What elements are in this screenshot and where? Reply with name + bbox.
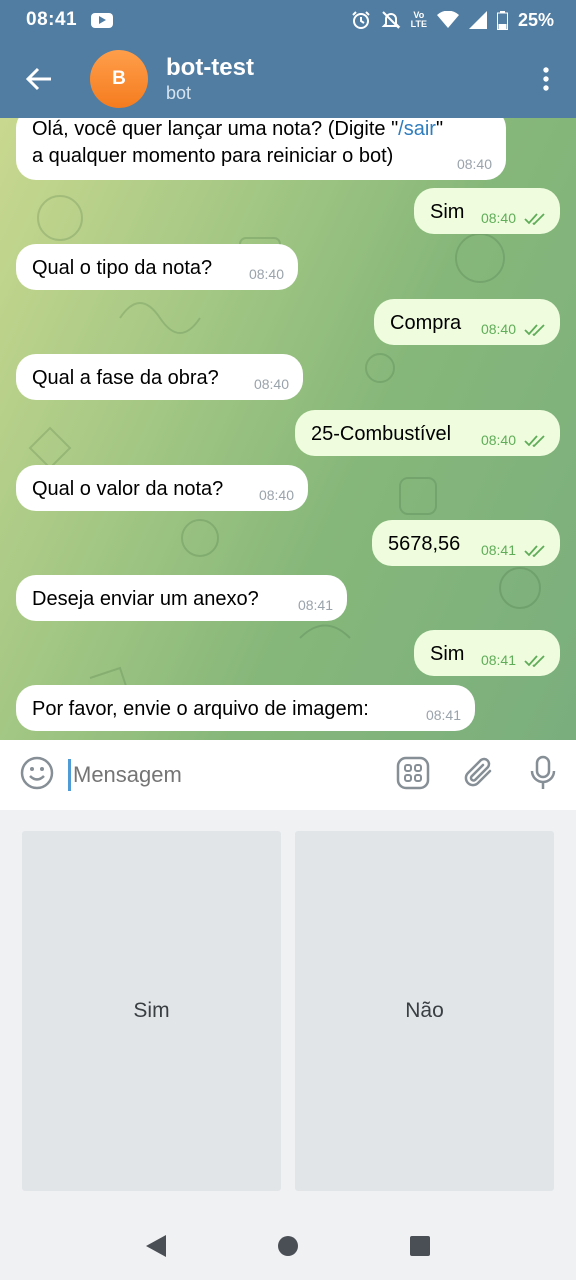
battery-percent: 25% — [517, 9, 554, 30]
message-text-line2: a qualquer momento para reiniciar o bot) — [32, 145, 394, 167]
wifi-icon — [436, 11, 459, 28]
message-text: 25-Combustível — [311, 423, 452, 445]
voice-record-button[interactable] — [530, 755, 556, 796]
arrow-left-icon — [26, 67, 51, 91]
message-text: Sim — [430, 643, 465, 665]
sair-command-link[interactable]: /sair — [398, 118, 436, 140]
message-time: 08:41 — [480, 542, 516, 558]
status-bar: 08:41 Vo LTE 25% — [0, 0, 576, 40]
message-time: 08:40 — [258, 487, 294, 503]
mute-notifications-icon — [381, 11, 401, 29]
message-outgoing[interactable]: Sim 08:41 — [414, 630, 560, 676]
reply-button-sim[interactable]: Sim — [22, 831, 281, 1191]
message-incoming[interactable]: Deseja enviar um anexo? 08:41 — [16, 575, 347, 621]
message-outgoing[interactable]: 5678,56 08:41 — [372, 520, 560, 566]
double-check-icon — [524, 213, 545, 225]
message-incoming[interactable]: Por favor, envie o arquivo de imagem: 08… — [16, 685, 475, 731]
message-time: 08:41 — [297, 597, 333, 613]
status-icons: Vo LTE 25% — [351, 10, 554, 31]
lte-label: LTE — [410, 19, 427, 29]
message-composer — [0, 740, 576, 810]
bot-keyboard-toggle-button[interactable] — [396, 756, 430, 795]
message-text: Deseja enviar um anexo? — [32, 588, 259, 610]
message-incoming[interactable]: Qual o valor da nota? 08:40 — [16, 465, 308, 511]
message-outgoing[interactable]: Sim 08:40 — [414, 188, 560, 234]
attach-button[interactable] — [464, 756, 496, 795]
volte-lte-icon: Vo LTE — [411, 11, 427, 29]
message-text: Qual o tipo da nota? — [32, 257, 213, 279]
avatar[interactable]: B — [90, 50, 148, 108]
system-navigation-bar — [0, 1212, 576, 1280]
message-outgoing[interactable]: Compra 08:40 — [374, 299, 560, 345]
message-incoming[interactable]: Qual o tipo da nota? 08:40 — [16, 244, 298, 290]
message-text: Por favor, envie o arquivo de imagem: — [32, 698, 369, 720]
message-time: 08:41 — [425, 707, 461, 723]
nav-back-icon[interactable] — [145, 1234, 167, 1258]
message-text: Qual o valor da nota? — [32, 478, 224, 500]
message-incoming[interactable]: Olá, você quer lançar uma nota? (Digite … — [16, 118, 506, 180]
chat-info[interactable]: bot-test bot — [166, 54, 254, 104]
battery-icon — [496, 10, 508, 30]
nav-recents-icon[interactable] — [409, 1235, 431, 1257]
double-check-icon — [524, 545, 545, 557]
message-text-part: " — [435, 118, 444, 140]
message-text: Sim — [430, 201, 465, 223]
nav-home-icon[interactable] — [277, 1235, 299, 1257]
bot-reply-keyboard: Sim Não — [0, 810, 576, 1212]
message-text: Compra — [390, 312, 462, 334]
signal-icon — [468, 11, 487, 29]
chat-header: B bot-test bot — [0, 40, 576, 118]
double-check-icon — [524, 655, 545, 667]
text-caret — [68, 759, 71, 791]
keyboard-grid-icon — [396, 756, 430, 789]
smiley-icon — [20, 756, 54, 789]
message-time: 08:40 — [253, 376, 289, 392]
message-incoming[interactable]: Qual a fase da obra? 08:40 — [16, 354, 303, 400]
message-time: 08:40 — [480, 321, 516, 337]
paperclip-icon — [464, 757, 492, 786]
chat-subtitle: bot — [166, 83, 192, 103]
alarm-icon — [351, 11, 370, 29]
more-options-button[interactable] — [516, 40, 576, 118]
emoji-button[interactable] — [20, 756, 54, 795]
chat-title: bot-test — [166, 54, 254, 81]
message-outgoing[interactable]: 25-Combustível 08:40 — [295, 410, 560, 456]
message-input[interactable] — [73, 762, 323, 788]
message-text: Qual a fase da obra? — [32, 367, 219, 389]
status-time: 08:41 — [26, 9, 78, 30]
message-text: Olá, você quer lançar uma nota? (Digite … — [32, 118, 443, 141]
message-time: 08:41 — [480, 652, 516, 668]
more-vertical-icon — [543, 67, 549, 91]
message-time: 08:40 — [480, 432, 516, 448]
message-text: 5678,56 — [388, 533, 461, 555]
reply-button-nao[interactable]: Não — [295, 831, 554, 1191]
microphone-icon — [530, 755, 556, 789]
message-text-part: Olá, você quer lançar uma nota? (Digite … — [32, 118, 399, 140]
message-time: 08:40 — [480, 210, 516, 226]
back-button[interactable] — [0, 40, 78, 118]
message-time: 08:40 — [456, 156, 492, 172]
chat-messages[interactable]: Olá, você quer lançar uma nota? (Digite … — [0, 118, 576, 740]
message-time: 08:40 — [248, 266, 284, 282]
double-check-icon — [524, 324, 545, 336]
youtube-notification-icon — [91, 12, 114, 28]
double-check-icon — [524, 435, 545, 447]
